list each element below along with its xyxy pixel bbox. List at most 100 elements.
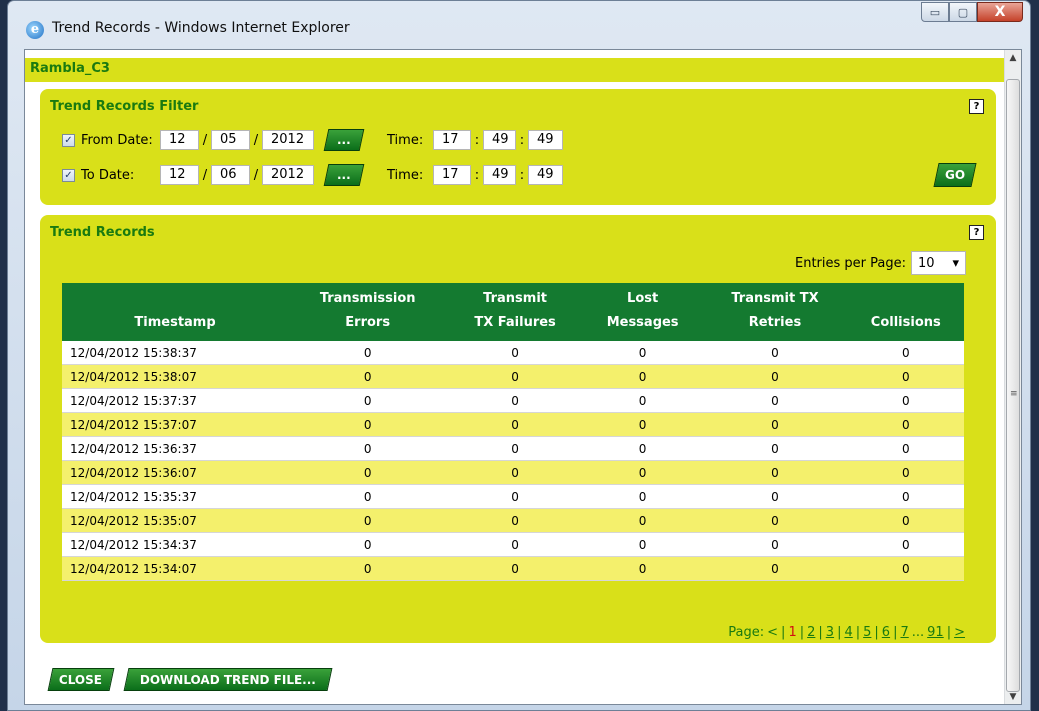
to-calendar-button[interactable]: ... xyxy=(323,164,365,186)
to-date-checkbox[interactable]: ✓ xyxy=(62,168,75,182)
pager-prev[interactable]: < xyxy=(767,625,778,640)
entries-per-page-select[interactable]: 10 ▾ xyxy=(911,251,966,275)
column-header-line1: Transmission xyxy=(319,291,416,306)
table-cell: 0 xyxy=(582,556,703,581)
minimize-button[interactable]: ▭ xyxy=(921,2,949,22)
table-cell: 0 xyxy=(447,460,583,485)
to-minute-input[interactable]: 49 xyxy=(483,165,516,185)
scroll-up-arrow-icon[interactable]: ▲ xyxy=(1005,50,1021,67)
from-second-input[interactable]: 49 xyxy=(528,130,563,150)
table-cell: 0 xyxy=(847,556,964,581)
column-header-line2: Errors xyxy=(345,315,391,330)
to-second-input[interactable]: 49 xyxy=(528,165,563,185)
table-row: 12/04/2012 15:38:37 0 0 0 0 0 xyxy=(62,341,964,365)
table-cell: 0 xyxy=(288,460,448,485)
to-time-label: Time: xyxy=(387,167,424,183)
close-button[interactable]: CLOSE xyxy=(47,668,115,691)
pager-next[interactable]: > xyxy=(954,625,965,640)
table-cell: 0 xyxy=(847,388,964,413)
pager-divider: | xyxy=(855,625,861,640)
scroll-down-arrow-icon[interactable]: ▼ xyxy=(1005,689,1021,704)
column-header: Transmit TX Retries xyxy=(702,283,848,341)
from-date-checkbox[interactable]: ✓ xyxy=(62,133,75,147)
to-day-input[interactable]: 06 xyxy=(211,165,250,185)
table-cell: 0 xyxy=(847,484,964,509)
table-cell: 0 xyxy=(288,484,448,509)
title-bar: e Trend Records - Windows Internet Explo… xyxy=(8,1,1030,49)
pagination: Page: < | 1 | 2 | 3 | 4 | 5 | 6 | 7... 91 | > xyxy=(728,625,965,640)
from-minute-input[interactable]: 49 xyxy=(483,130,516,150)
page-content: Rambla_C3 Trend Records Filter ? ✓ From … xyxy=(25,50,1005,704)
table-cell: 0 xyxy=(582,484,703,509)
download-button-label: DOWNLOAD TREND FILE... xyxy=(140,672,316,687)
pager-page-link[interactable]: 4 xyxy=(844,625,852,640)
from-date-row: ✓ From Date: 12 / 05 / 2012 ... Time: 17… xyxy=(62,129,563,151)
maximize-button[interactable]: ▢ xyxy=(949,2,977,22)
from-day-input[interactable]: 05 xyxy=(211,130,250,150)
go-button-label: GO xyxy=(944,168,966,182)
to-year-input[interactable]: 2012 xyxy=(262,165,314,185)
table-cell: 0 xyxy=(582,412,703,437)
records-help-icon[interactable]: ? xyxy=(969,225,984,240)
column-header: Lost Messages xyxy=(582,283,703,341)
pager-divider: | xyxy=(799,625,805,640)
browser-window: e Trend Records - Windows Internet Explo… xyxy=(7,0,1031,711)
pager-page-link[interactable]: 2 xyxy=(807,625,815,640)
table-row: 12/04/2012 15:38:07 0 0 0 0 0 xyxy=(62,364,964,389)
pager-last-page[interactable]: 91 xyxy=(927,625,944,640)
footer-buttons: CLOSE DOWNLOAD TREND FILE... xyxy=(47,668,333,691)
pager-divider: | xyxy=(874,625,879,640)
from-hour-input[interactable]: 17 xyxy=(433,130,471,150)
pager-current-page: 1 xyxy=(788,625,797,640)
from-year-input[interactable]: 2012 xyxy=(262,130,314,150)
pager-divider: | xyxy=(946,625,952,640)
from-calendar-button[interactable]: ... xyxy=(323,129,365,151)
trend-records-table: Timestamp Transmission Errors Transmit TX Fa… xyxy=(62,283,964,581)
date-separator: / xyxy=(253,167,259,183)
timestamp-cell: 12/04/2012 15:38:07 xyxy=(62,364,289,389)
close-window-button[interactable]: X xyxy=(977,2,1023,22)
to-month-input[interactable]: 12 xyxy=(160,165,199,185)
table-row: 12/04/2012 15:36:37 0 0 0 0 0 xyxy=(62,436,964,461)
from-month-input[interactable]: 12 xyxy=(160,130,199,150)
table-cell: 0 xyxy=(582,508,703,533)
pager-page-link[interactable]: 7 xyxy=(900,625,908,640)
from-date-label: From Date: xyxy=(81,132,153,148)
timestamp-cell: 12/04/2012 15:34:07 xyxy=(62,556,289,581)
entries-per-page-label: Entries per Page: xyxy=(795,255,906,271)
filter-help-icon[interactable]: ? xyxy=(969,99,984,114)
date-separator: / xyxy=(253,132,259,148)
to-hour-input[interactable]: 17 xyxy=(433,165,471,185)
column-header: Collisions xyxy=(847,283,964,341)
column-header: Transmission Errors xyxy=(288,283,448,341)
table-row: 12/04/2012 15:34:07 0 0 0 0 0 xyxy=(62,556,964,581)
timestamp-cell: 12/04/2012 15:35:37 xyxy=(62,484,289,509)
to-date-label: To Date: xyxy=(81,167,135,183)
filter-panel: Trend Records Filter ? ✓ From Date: 12 /… xyxy=(40,89,996,205)
table-cell: 0 xyxy=(288,436,448,461)
window-controls: ▭ ▢ X xyxy=(921,2,1023,24)
table-cell: 0 xyxy=(288,388,448,413)
time-separator: : xyxy=(519,132,525,148)
table-cell: 0 xyxy=(447,364,583,389)
scrollbar-thumb[interactable]: ≡ xyxy=(1006,79,1020,692)
table-cell: 0 xyxy=(582,460,703,485)
column-header-line2: Retries xyxy=(748,315,802,330)
column-header-line1: Transmit TX xyxy=(731,291,819,306)
table-cell: 0 xyxy=(447,341,583,365)
table-cell: 0 xyxy=(288,341,448,365)
pager-page-link[interactable]: 5 xyxy=(863,625,871,640)
column-header-line1: Collisions xyxy=(870,315,941,330)
vertical-scrollbar[interactable]: ▲ ≡ ▼ xyxy=(1004,50,1021,704)
table-cell: 0 xyxy=(702,508,848,533)
timestamp-cell: 12/04/2012 15:35:07 xyxy=(62,508,289,533)
table-body: 12/04/2012 15:38:37 0 0 0 0 0 12/04/2012 15:38… xyxy=(62,341,964,581)
pager-page-link[interactable]: 6 xyxy=(882,625,890,640)
download-trend-file-button[interactable]: DOWNLOAD TREND FILE... xyxy=(123,668,333,691)
go-button[interactable]: GO xyxy=(933,163,977,187)
table-row: 12/04/2012 15:35:37 0 0 0 0 0 xyxy=(62,484,964,509)
pager-page-link[interactable]: 3 xyxy=(826,625,834,640)
column-header-line2: Timestamp xyxy=(134,315,216,330)
table-cell: 0 xyxy=(582,532,703,557)
table-header-row: Timestamp Transmission Errors Transmit TX Fa… xyxy=(62,283,964,341)
